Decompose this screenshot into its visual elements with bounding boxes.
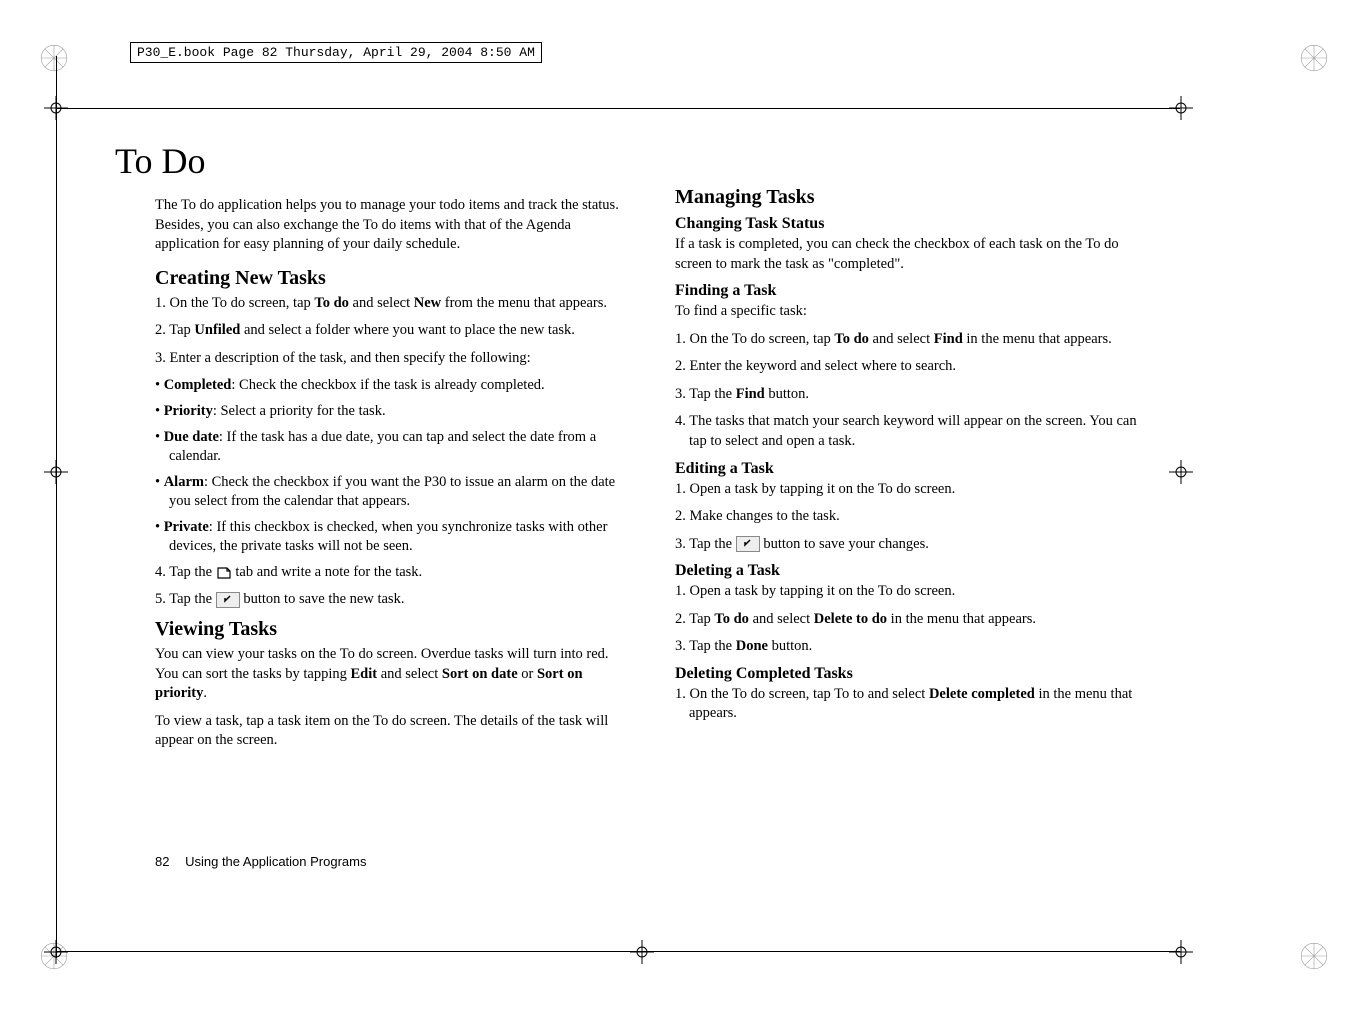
- heading-changing-status: Changing Task Status: [675, 215, 1155, 233]
- save-button-icon: [216, 592, 240, 608]
- step: 1. Open a task by tapping it on the To d…: [675, 582, 1155, 602]
- step: 2. Tap Unfiled and select a folder where…: [155, 321, 635, 341]
- bullet: • Due date: If the task has a due date, …: [155, 428, 635, 467]
- corner-ornament-icon: [1300, 44, 1328, 72]
- step: 2. Make changes to the task.: [675, 507, 1155, 527]
- paragraph: If a task is completed, you can check th…: [675, 235, 1155, 274]
- step: 4. Tap the tab and write a note for the …: [155, 563, 635, 583]
- paragraph: To view a task, tap a task item on the T…: [155, 712, 635, 751]
- page-number: 82: [155, 854, 169, 869]
- header-filename: P30_E.book Page 82 Thursday, April 29, 2…: [130, 42, 542, 63]
- step: 5. Tap the button to save the new task.: [155, 590, 635, 610]
- registration-mark-icon: [44, 940, 68, 964]
- registration-mark-icon: [1169, 940, 1193, 964]
- step: 1. On the To do screen, tap To do and se…: [155, 294, 635, 314]
- left-column: To Do The To do application helps you to…: [155, 140, 635, 759]
- step: 1. On the To do screen, tap To to and se…: [675, 685, 1155, 724]
- heading-editing: Editing a Task: [675, 460, 1155, 478]
- heading-deleting: Deleting a Task: [675, 562, 1155, 580]
- heading-viewing: Viewing Tasks: [155, 618, 635, 641]
- footer-section: Using the Application Programs: [185, 854, 366, 869]
- paragraph: To find a specific task:: [675, 302, 1155, 322]
- bullet: • Private: If this checkbox is checked, …: [155, 518, 635, 557]
- page-content: To Do The To do application helps you to…: [155, 140, 1155, 759]
- page-footer: 82 Using the Application Programs: [155, 854, 366, 869]
- registration-mark-icon: [1169, 96, 1193, 120]
- registration-mark-icon: [44, 460, 68, 484]
- bullet: • Priority: Select a priority for the ta…: [155, 402, 635, 422]
- step: 3. Tap the Find button.: [675, 385, 1155, 405]
- right-column: Managing Tasks Changing Task Status If a…: [675, 140, 1155, 759]
- registration-mark-icon: [1169, 460, 1193, 484]
- corner-ornament-icon: [40, 44, 68, 72]
- heading-creating: Creating New Tasks: [155, 267, 635, 290]
- heading-managing: Managing Tasks: [675, 186, 1155, 209]
- step: 2. Enter the keyword and select where to…: [675, 357, 1155, 377]
- registration-mark-icon: [44, 96, 68, 120]
- bullet: • Completed: Check the checkbox if the t…: [155, 376, 635, 396]
- step: 1. Open a task by tapping it on the To d…: [675, 480, 1155, 500]
- bullet: • Alarm: Check the checkbox if you want …: [155, 473, 635, 512]
- paragraph: You can view your tasks on the To do scr…: [155, 645, 635, 704]
- step: 3. Enter a description of the task, and …: [155, 349, 635, 369]
- step: 3. Tap the Done button.: [675, 637, 1155, 657]
- step: 1. On the To do screen, tap To do and se…: [675, 330, 1155, 350]
- step: 4. The tasks that match your search keyw…: [675, 412, 1155, 451]
- page-title: To Do: [115, 140, 635, 182]
- step: 3. Tap the button to save your changes.: [675, 535, 1155, 555]
- corner-ornament-icon: [1300, 942, 1328, 970]
- intro-paragraph: The To do application helps you to manag…: [155, 196, 635, 255]
- step: 2. Tap To do and select Delete to do in …: [675, 610, 1155, 630]
- registration-mark-icon: [630, 940, 654, 964]
- crop-line: [56, 108, 1180, 109]
- crop-line: [56, 56, 57, 958]
- note-tab-icon: [216, 566, 232, 580]
- save-button-icon: [736, 536, 760, 552]
- heading-finding: Finding a Task: [675, 282, 1155, 300]
- crop-line: [56, 951, 1180, 952]
- heading-deleting-completed: Deleting Completed Tasks: [675, 665, 1155, 683]
